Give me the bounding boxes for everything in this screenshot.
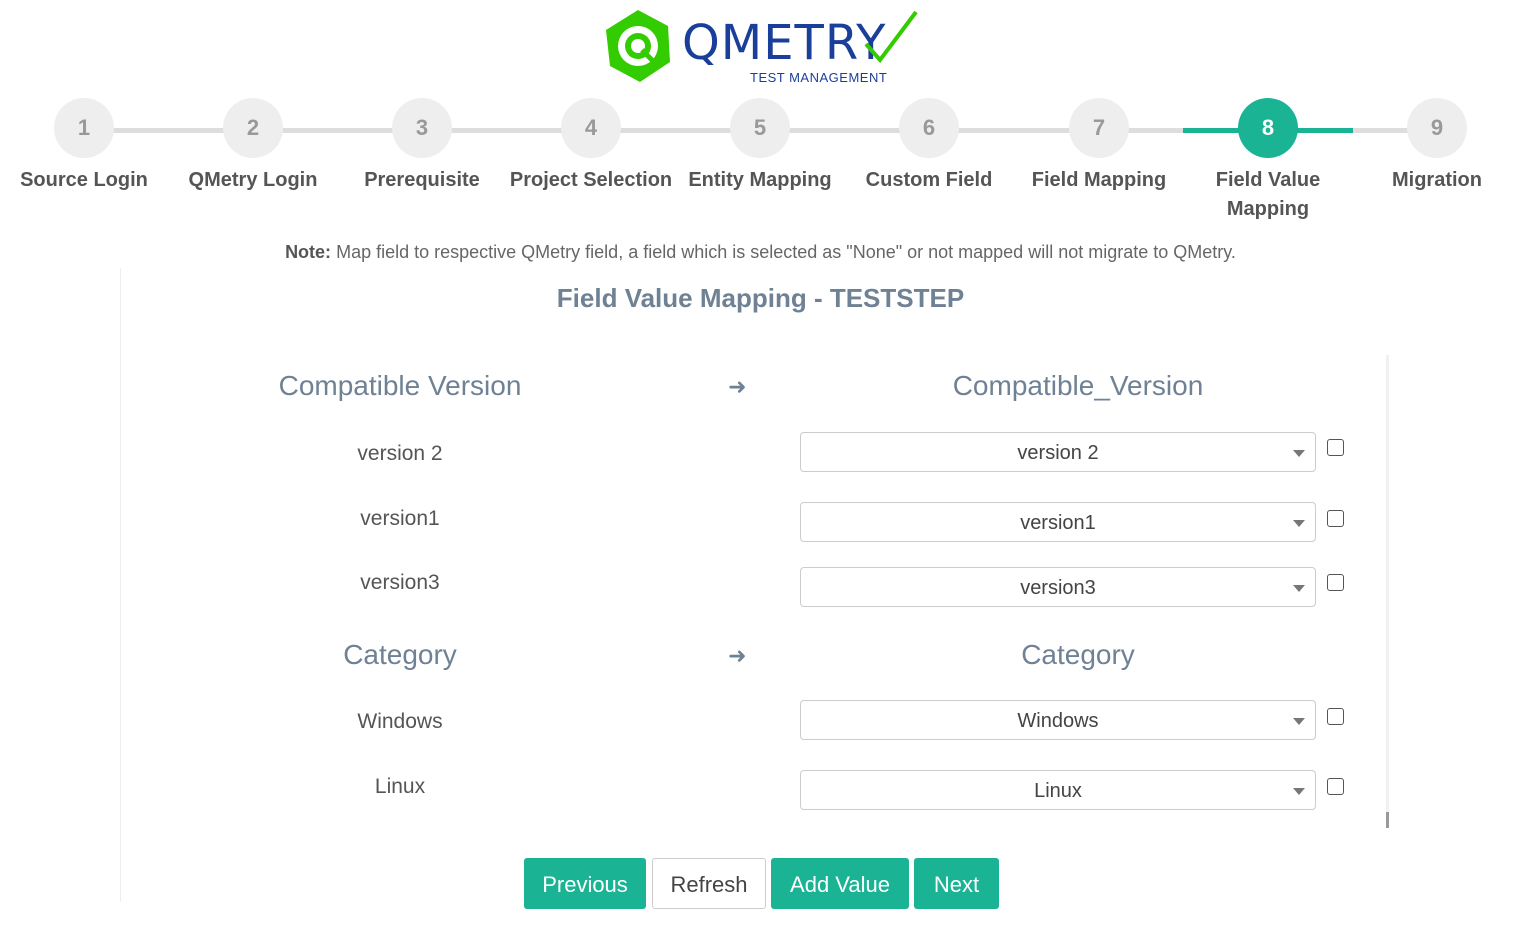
add-value-button[interactable]: Add Value bbox=[771, 858, 909, 909]
brand-name: QMETRY bbox=[682, 15, 887, 71]
wizard-stepper: 1 Source Login 2 QMetry Login 3 Prerequi… bbox=[0, 98, 1521, 228]
row-checkbox[interactable] bbox=[1327, 574, 1344, 591]
section-title: Field Value Mapping - TESTSTEP bbox=[556, 283, 965, 313]
target-value-select[interactable]: version 2 bbox=[800, 432, 1316, 472]
target-field-heading: Compatible_Version bbox=[952, 370, 1204, 401]
step-label: Migration bbox=[1392, 169, 1482, 191]
source-value: version1 bbox=[360, 507, 440, 530]
target-value-select[interactable]: Linux bbox=[800, 770, 1316, 810]
checkmark-icon bbox=[864, 10, 918, 64]
caret-down-icon bbox=[1293, 450, 1305, 457]
arrow-right-icon: ➜ bbox=[728, 374, 747, 399]
step-field-value-mapping[interactable]: 8 Field Value Mapping bbox=[1183, 98, 1353, 224]
row-checkbox[interactable] bbox=[1327, 439, 1344, 456]
step-label: QMetry Login bbox=[188, 169, 318, 191]
caret-down-icon bbox=[1293, 718, 1305, 725]
next-button[interactable]: Next bbox=[914, 858, 999, 909]
step-label: Custom Field bbox=[865, 169, 993, 191]
qmetry-logo: QMETRY TEST MANAGEMENT bbox=[602, 8, 922, 88]
step-number: 3 bbox=[392, 98, 452, 158]
target-field-heading: Category bbox=[1021, 639, 1135, 670]
step-number: 5 bbox=[730, 98, 790, 158]
caret-down-icon bbox=[1293, 788, 1305, 795]
select-value: version3 bbox=[1020, 577, 1096, 599]
row-checkbox[interactable] bbox=[1327, 708, 1344, 725]
target-value-select[interactable]: version1 bbox=[800, 502, 1316, 542]
step-entity-mapping[interactable]: 5 Entity Mapping bbox=[675, 98, 845, 195]
mapping-note: Note: Map field to respective QMetry fie… bbox=[0, 242, 1521, 263]
source-value: version 2 bbox=[357, 442, 443, 465]
source-value: Windows bbox=[357, 710, 443, 733]
step-prerequisite[interactable]: 3 Prerequisite bbox=[337, 98, 507, 195]
step-number: 8 bbox=[1238, 98, 1298, 158]
source-value: version3 bbox=[360, 571, 440, 594]
select-value: Windows bbox=[1017, 710, 1099, 732]
refresh-button[interactable]: Refresh bbox=[652, 858, 766, 909]
caret-down-icon bbox=[1293, 585, 1305, 592]
step-number: 9 bbox=[1407, 98, 1467, 158]
note-prefix: Note: bbox=[285, 242, 332, 262]
mapping-scrollbar[interactable] bbox=[1386, 355, 1389, 827]
step-qmetry-login[interactable]: 2 QMetry Login bbox=[168, 98, 338, 195]
row-checkbox[interactable] bbox=[1327, 778, 1344, 795]
target-value-select[interactable]: Windows bbox=[800, 700, 1316, 740]
brand-tagline: TEST MANAGEMENT bbox=[750, 70, 888, 85]
step-label: Prerequisite bbox=[364, 169, 480, 191]
step-label: Source Login bbox=[20, 169, 148, 191]
step-number: 7 bbox=[1069, 98, 1129, 158]
step-project-selection[interactable]: 4 Project Selection bbox=[506, 98, 676, 195]
source-field-heading: Category bbox=[343, 639, 457, 670]
step-source-login[interactable]: 1 Source Login bbox=[0, 98, 169, 195]
step-number: 2 bbox=[223, 98, 283, 158]
step-field-mapping[interactable]: 7 Field Mapping bbox=[1014, 98, 1184, 195]
target-value-select[interactable]: version3 bbox=[800, 567, 1316, 607]
caret-down-icon bbox=[1293, 520, 1305, 527]
step-migration[interactable]: 9 Migration bbox=[1352, 98, 1521, 195]
row-checkbox[interactable] bbox=[1327, 510, 1344, 527]
step-label: Entity Mapping bbox=[688, 169, 832, 191]
qmetry-logo-icon bbox=[606, 10, 670, 82]
step-label: Project Selection bbox=[509, 169, 673, 191]
step-label: Field Value Mapping bbox=[1215, 169, 1321, 220]
source-field-heading: Compatible Version bbox=[278, 370, 522, 401]
step-number: 4 bbox=[561, 98, 621, 158]
select-value: Linux bbox=[1034, 780, 1082, 802]
arrow-right-icon: ➜ bbox=[728, 643, 747, 668]
step-number: 6 bbox=[899, 98, 959, 158]
panel-divider bbox=[120, 268, 121, 902]
step-label: Field Mapping bbox=[1031, 169, 1167, 191]
note-text: Map field to respective QMetry field, a … bbox=[336, 242, 1236, 262]
select-value: version1 bbox=[1020, 512, 1096, 534]
select-value: version 2 bbox=[1017, 442, 1099, 464]
previous-button[interactable]: Previous bbox=[524, 858, 646, 909]
scrollbar-thumb[interactable] bbox=[1386, 812, 1389, 828]
step-custom-field[interactable]: 6 Custom Field bbox=[844, 98, 1014, 195]
step-number: 1 bbox=[54, 98, 114, 158]
source-value: Linux bbox=[374, 775, 426, 798]
